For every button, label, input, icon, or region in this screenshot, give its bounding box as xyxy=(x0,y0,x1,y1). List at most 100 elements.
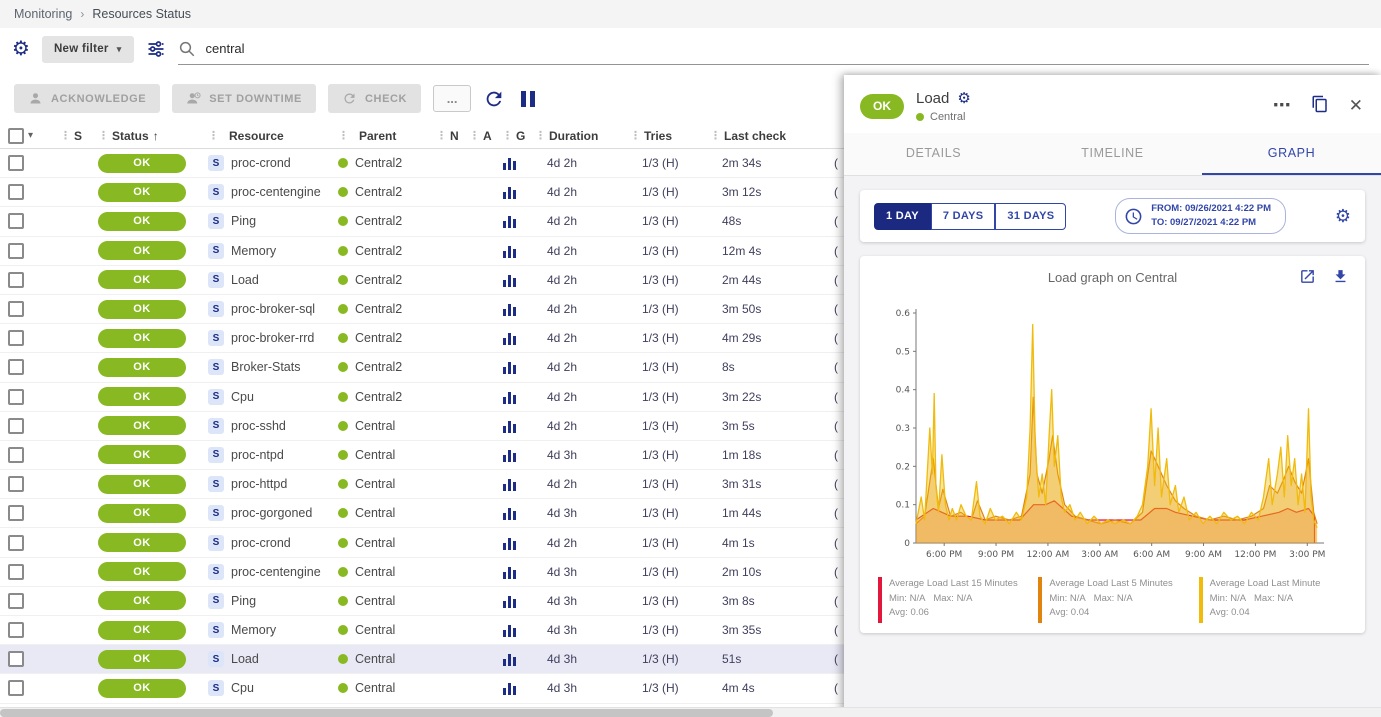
resource-name[interactable]: proc-centengine xyxy=(231,185,321,199)
parent-name[interactable]: Central xyxy=(355,681,395,695)
graph-chart-icon[interactable] xyxy=(502,652,517,666)
open-in-new-icon[interactable] xyxy=(1299,268,1316,285)
horizontal-scrollbar[interactable] xyxy=(0,707,1381,717)
resource-name[interactable]: proc-httpd xyxy=(231,477,287,491)
time-range-7days-button[interactable]: 7 DAYS xyxy=(931,203,996,230)
graph-chart-icon[interactable] xyxy=(502,273,517,287)
row-checkbox[interactable] xyxy=(8,184,24,200)
parent-name[interactable]: Central xyxy=(355,652,395,666)
parent-name[interactable]: Central2 xyxy=(355,185,402,199)
graph-chart-icon[interactable] xyxy=(502,536,517,550)
drag-handle-icon[interactable]: ⋮ xyxy=(502,129,513,142)
parent-name[interactable]: Central xyxy=(355,477,395,491)
set-downtime-button[interactable]: SET DOWNTIME xyxy=(172,84,316,113)
select-all-checkbox[interactable] xyxy=(8,128,24,144)
resource-name[interactable]: proc-broker-sql xyxy=(231,302,315,316)
parent-name[interactable]: Central2 xyxy=(355,214,402,228)
more-actions-button[interactable]: ... xyxy=(433,85,471,112)
resource-name[interactable]: Memory xyxy=(231,623,276,637)
resource-name[interactable]: Memory xyxy=(231,244,276,258)
col-parent[interactable]: Parent xyxy=(359,129,396,143)
resource-name[interactable]: proc-centengine xyxy=(231,565,321,579)
parent-name[interactable]: Central xyxy=(355,448,395,462)
graph-chart-icon[interactable] xyxy=(502,156,517,170)
resource-name[interactable]: Load xyxy=(231,273,259,287)
row-checkbox[interactable] xyxy=(8,272,24,288)
drag-handle-icon[interactable]: ⋮ xyxy=(436,129,447,142)
parent-name[interactable]: Central xyxy=(355,419,395,433)
parent-name[interactable]: Central xyxy=(355,623,395,637)
graph-chart-icon[interactable] xyxy=(502,390,517,404)
graph-chart-icon[interactable] xyxy=(502,360,517,374)
drag-handle-icon[interactable]: ⋮ xyxy=(630,129,641,142)
check-button[interactable]: CHECK xyxy=(328,84,421,113)
close-panel-icon[interactable]: ✕ xyxy=(1349,96,1363,116)
sort-asc-icon[interactable]: ↑ xyxy=(153,129,159,143)
parent-name[interactable]: Central2 xyxy=(355,273,402,287)
col-resource[interactable]: Resource xyxy=(229,129,284,143)
row-checkbox[interactable] xyxy=(8,505,24,521)
parent-name[interactable]: Central xyxy=(355,565,395,579)
parent-name[interactable]: Central xyxy=(355,536,395,550)
resource-name[interactable]: proc-sshd xyxy=(231,419,286,433)
col-a[interactable]: A xyxy=(483,129,492,143)
graph-chart-icon[interactable] xyxy=(502,594,517,608)
graph-chart-icon[interactable] xyxy=(502,681,517,695)
col-n[interactable]: N xyxy=(450,129,459,143)
legend-item[interactable]: Average Load Last Minute Min: N/A Max: N… xyxy=(1199,577,1351,623)
breadcrumb-resources-status[interactable]: Resources Status xyxy=(92,7,191,21)
filter-settings-gear-icon[interactable]: ⚙ xyxy=(12,39,30,59)
row-checkbox[interactable] xyxy=(8,564,24,580)
row-checkbox[interactable] xyxy=(8,476,24,492)
graph-options-gear-icon[interactable]: ⚙ xyxy=(1335,206,1351,227)
row-checkbox[interactable] xyxy=(8,622,24,638)
filter-tune-icon[interactable] xyxy=(146,39,166,59)
col-last-check[interactable]: Last check xyxy=(724,129,786,143)
row-checkbox[interactable] xyxy=(8,535,24,551)
download-icon[interactable] xyxy=(1332,268,1349,285)
row-checkbox[interactable] xyxy=(8,243,24,259)
parent-name[interactable]: Central2 xyxy=(355,331,402,345)
row-checkbox[interactable] xyxy=(8,418,24,434)
graph-chart-icon[interactable] xyxy=(502,419,517,433)
graph-chart-icon[interactable] xyxy=(502,565,517,579)
col-tries[interactable]: Tries xyxy=(644,129,672,143)
drag-handle-icon[interactable]: ⋮ xyxy=(98,129,109,142)
resource-name[interactable]: Ping xyxy=(231,214,256,228)
row-checkbox[interactable] xyxy=(8,680,24,696)
time-range-1day-button[interactable]: 1 DAY xyxy=(874,203,931,230)
graph-chart-icon[interactable] xyxy=(502,331,517,345)
drag-handle-icon[interactable]: ⋮ xyxy=(208,129,219,142)
parent-name[interactable]: Central2 xyxy=(355,244,402,258)
pause-autorefresh-icon[interactable] xyxy=(521,91,535,107)
row-checkbox[interactable] xyxy=(8,213,24,229)
select-menu-caret-icon[interactable]: ▾ xyxy=(28,130,33,141)
custom-period-selector[interactable]: FROM: 09/26/2021 4:22 PM TO: 09/27/2021 … xyxy=(1115,198,1286,234)
search-input[interactable]: central xyxy=(178,33,1369,65)
resource-name[interactable]: proc-crond xyxy=(231,536,291,550)
resource-settings-gear-icon[interactable]: ⚙ xyxy=(957,89,970,107)
tab-details[interactable]: DETAILS xyxy=(844,133,1023,175)
legend-item[interactable]: Average Load Last 5 Minutes Min: N/A Max… xyxy=(1038,577,1190,623)
copy-link-icon[interactable] xyxy=(1311,95,1329,118)
col-status[interactable]: Status xyxy=(112,129,149,143)
new-filter-button[interactable]: New filter ▾ xyxy=(42,36,134,63)
legend-item[interactable]: Average Load Last 15 Minutes Min: N/A Ma… xyxy=(878,577,1030,623)
graph-chart-icon[interactable] xyxy=(502,214,517,228)
col-severity[interactable]: S xyxy=(74,129,82,143)
parent-name[interactable]: Central2 xyxy=(355,156,402,170)
row-checkbox[interactable] xyxy=(8,447,24,463)
parent-name[interactable]: Central2 xyxy=(355,390,402,404)
resource-name[interactable]: Broker-Stats xyxy=(231,360,300,374)
graph-chart-icon[interactable] xyxy=(502,302,517,316)
graph-chart-icon[interactable] xyxy=(502,506,517,520)
tab-graph[interactable]: GRAPH xyxy=(1202,133,1381,175)
parent-name[interactable]: Central2 xyxy=(355,360,402,374)
graph-chart-icon[interactable] xyxy=(502,623,517,637)
resource-name[interactable]: proc-crond xyxy=(231,156,291,170)
row-checkbox[interactable] xyxy=(8,593,24,609)
scrollbar-thumb[interactable] xyxy=(0,709,773,717)
panel-more-icon[interactable]: ⋯ xyxy=(1273,102,1291,109)
row-checkbox[interactable] xyxy=(8,389,24,405)
row-checkbox[interactable] xyxy=(8,155,24,171)
